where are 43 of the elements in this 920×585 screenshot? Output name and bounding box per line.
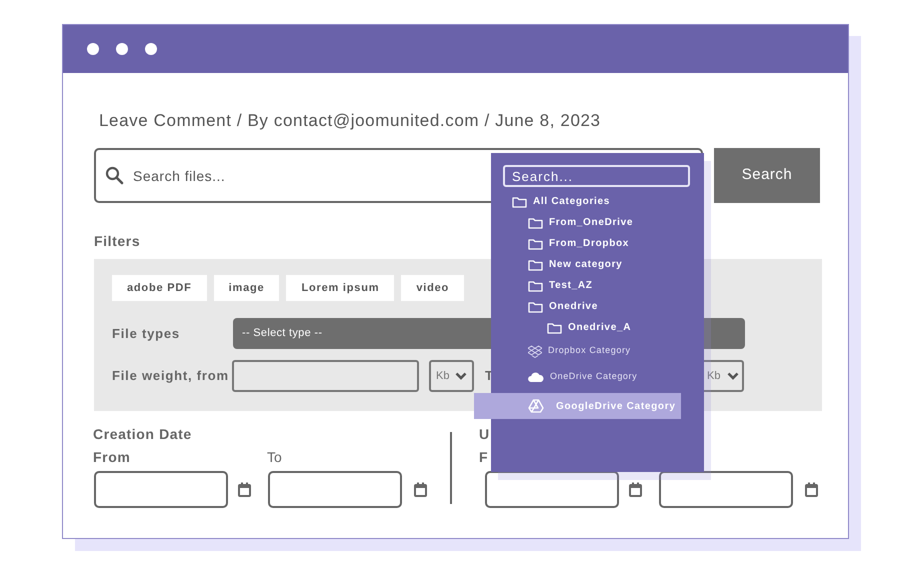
category-item[interactable]: Onedrive_A [491,317,704,338]
date-field[interactable] [94,471,228,508]
cloud-icon [528,372,544,382]
folder-icon [528,238,543,250]
category-item[interactable]: Test_AZ [491,275,704,296]
field-label: F [479,449,490,465]
folder-icon [512,196,527,208]
category-item[interactable]: Onedrive [491,296,704,317]
calendar-icon[interactable] [414,482,427,497]
filter-tag[interactable]: image [214,275,280,301]
category-item[interactable]: From_Dropbox [491,233,704,254]
unit-select[interactable]: Kb [429,360,474,392]
search-icon [105,166,124,185]
section-title: U [479,426,490,442]
field-label: From [93,449,132,465]
section-title: Creation Date [93,426,192,442]
filter-tag[interactable]: Lorem ipsum [286,275,394,301]
chevron-icon [727,372,739,380]
calendar-icon[interactable] [805,482,818,497]
weight-from-field[interactable] [232,360,419,392]
field-label: File types [112,324,181,343]
folder-icon [528,280,543,292]
category-item[interactable]: OneDrive Category [491,364,704,390]
folder-icon [528,216,543,228]
category-item[interactable]: From_OneDrive [491,212,704,233]
filter-tag[interactable]: video [401,275,464,301]
calendar-icon[interactable] [238,482,251,497]
date-field[interactable] [268,471,402,508]
chevron-icon [455,372,467,380]
category-item[interactable]: New category [491,254,704,275]
dropbox-icon [528,344,542,358]
calendar-icon[interactable] [629,482,642,497]
category-search-field[interactable]: Search... [503,165,690,187]
folder-icon [528,258,543,270]
drive-icon [528,399,544,413]
field-label: To [267,449,282,465]
field-label: File weight, from [112,367,230,386]
page-heading: Leave Comment / By contact@joomunited.com / June 8, 2023 [98,111,602,131]
folder-icon [528,300,543,312]
filters-title: Filters [94,233,140,249]
filter-tag[interactable]: adobe PDF [112,275,207,301]
folder-icon [547,322,562,334]
search-button[interactable]: Search [714,148,820,203]
